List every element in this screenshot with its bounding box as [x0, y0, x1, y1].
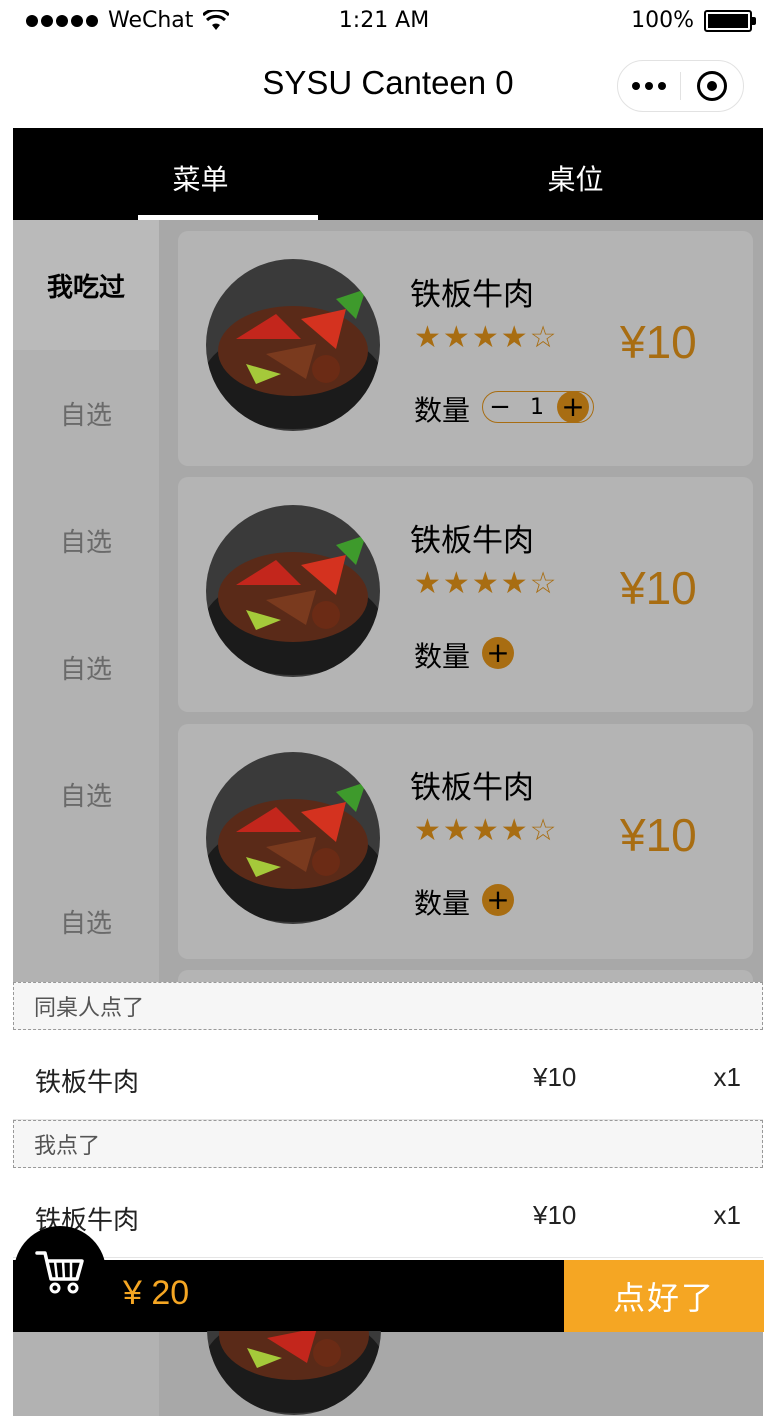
dish-image — [206, 259, 380, 431]
cart-item-count: x1 — [713, 1200, 741, 1230]
plus-button[interactable]: + — [482, 884, 514, 916]
sidebar-item-optional[interactable]: 自选 — [13, 477, 159, 604]
plus-button[interactable]: + — [557, 391, 589, 423]
star-filled-icon: ★ — [414, 320, 441, 355]
battery-icon — [704, 9, 756, 32]
sidebar-item-optional[interactable]: 自选 — [13, 604, 159, 731]
dish-price: ¥10 — [620, 562, 697, 614]
star-filled-icon: ★ — [500, 813, 528, 848]
submit-order-button[interactable]: 点好了 — [564, 1260, 764, 1332]
star-empty-icon: ☆ — [529, 320, 557, 355]
star-empty-icon: ☆ — [529, 813, 557, 848]
sidebar-item-eaten[interactable]: 我吃过 — [13, 220, 159, 350]
star-filled-icon: ★ — [442, 813, 470, 848]
tab-menu[interactable]: 菜单 — [13, 128, 388, 220]
cart-item: 铁板牛肉 ¥10 x1 — [13, 1030, 763, 1120]
nav-bar: SYSU Canteen 0 — [0, 44, 768, 128]
cart-total: ¥ 20 — [123, 1274, 190, 1312]
dish-card[interactable]: 铁板牛肉 ★ ★ ★ ★ ☆ ¥10 数量 − 1 + — [178, 231, 753, 466]
dish-card[interactable]: 铁板牛肉 ★ ★ ★ ★ ☆ ¥10 数量 + — [178, 724, 753, 959]
quantity-label: 数量 — [414, 394, 471, 427]
quantity-value: 1 — [530, 394, 544, 420]
cart-popup: 同桌人点了 铁板牛肉 ¥10 x1 我点了 铁板牛肉 ¥10 x1 — [13, 982, 763, 1260]
dish-name: 铁板牛肉 — [410, 770, 534, 806]
sidebar-item-optional[interactable]: 自选 — [13, 858, 159, 985]
dish-card[interactable]: 铁板牛肉 ★ ★ ★ ★ ☆ ¥10 数量 + — [178, 477, 753, 712]
tab-tables[interactable]: 桌位 — [388, 128, 763, 220]
cart-item-price: ¥10 — [533, 1062, 577, 1092]
cart-section-header: 我点了 — [13, 1120, 763, 1168]
quantity-stepper: − 1 + — [482, 391, 594, 423]
target-icon — [697, 71, 727, 101]
battery-percent: 100% — [631, 8, 694, 33]
cart-section-header: 同桌人点了 — [13, 982, 763, 1030]
quantity-label: 数量 — [414, 887, 471, 920]
dish-name: 铁板牛肉 — [410, 523, 534, 559]
cart-button[interactable] — [14, 1226, 106, 1318]
cart-icon — [35, 1251, 84, 1294]
minus-button[interactable]: − — [483, 394, 517, 420]
star-filled-icon: ★ — [442, 566, 470, 601]
checkout-bar: ¥ 20 点好了 — [13, 1260, 764, 1332]
cart-item-name: 铁板牛肉 — [35, 1068, 140, 1098]
rating-stars: ★ ★ ★ ★ ☆ — [414, 323, 557, 353]
plus-button[interactable]: + — [482, 637, 514, 669]
star-filled-icon: ★ — [471, 566, 499, 601]
tab-bar: 菜单 桌位 — [13, 128, 763, 220]
star-filled-icon: ★ — [471, 320, 499, 355]
star-filled-icon: ★ — [414, 566, 441, 601]
star-filled-icon: ★ — [500, 566, 528, 601]
star-filled-icon: ★ — [471, 813, 499, 848]
dish-image-partial — [207, 1331, 381, 1415]
cart-item: 铁板牛肉 ¥10 x1 — [13, 1168, 763, 1258]
mini-program-capsule — [617, 60, 744, 112]
star-filled-icon: ★ — [500, 320, 528, 355]
dish-image — [206, 505, 380, 677]
quantity-label: 数量 — [414, 640, 471, 673]
star-filled-icon: ★ — [414, 813, 441, 848]
rating-stars: ★ ★ ★ ★ ☆ — [414, 816, 557, 846]
dish-price: ¥10 — [620, 316, 697, 368]
rating-stars: ★ ★ ★ ★ ☆ — [414, 569, 557, 599]
dish-image — [206, 752, 380, 924]
star-empty-icon: ☆ — [529, 566, 557, 601]
dish-price: ¥10 — [620, 809, 697, 861]
cart-item-price: ¥10 — [533, 1200, 577, 1230]
status-bar: WeChat 1:21 AM 100% — [0, 0, 768, 44]
dish-name: 铁板牛肉 — [410, 277, 534, 313]
close-target-button[interactable] — [681, 71, 743, 101]
cart-item-count: x1 — [713, 1062, 741, 1092]
sidebar-item-optional[interactable]: 自选 — [13, 350, 159, 477]
more-dots-icon[interactable] — [618, 82, 680, 90]
star-filled-icon: ★ — [442, 320, 470, 355]
sidebar-item-optional[interactable]: 自选 — [13, 731, 159, 858]
status-right: 100% — [631, 8, 756, 33]
